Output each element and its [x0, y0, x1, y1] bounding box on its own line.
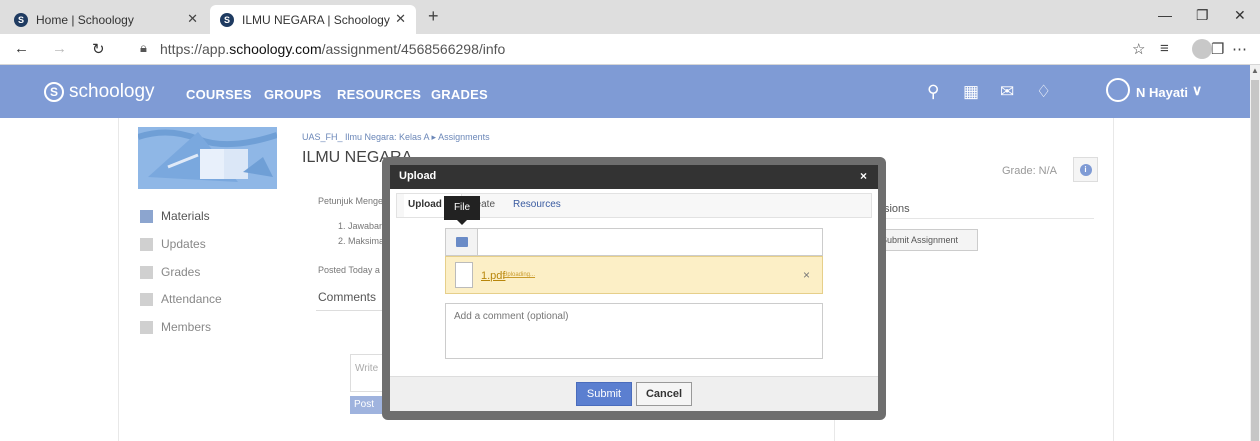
- profile-icon[interactable]: [1192, 39, 1212, 59]
- nav-grades[interactable]: GRADES: [431, 87, 488, 102]
- file-toolbar: [445, 228, 823, 256]
- user-name[interactable]: N Hayati: [1136, 85, 1188, 100]
- nav-resources[interactable]: RESOURCES: [337, 87, 421, 102]
- course-image: [138, 127, 277, 189]
- notifications-icon[interactable]: ♢: [1036, 82, 1051, 102]
- sidebar-item-attendance[interactable]: Attendance: [140, 292, 222, 306]
- attach-file-button[interactable]: [446, 229, 478, 255]
- comments-heading: Comments: [318, 290, 377, 304]
- address-bar: ← → ↻ 🔒︎ https://app.schoology.com/assig…: [0, 34, 1260, 65]
- instruction-line: 1. Jawaban: [338, 221, 385, 231]
- user-avatar[interactable]: [1106, 78, 1130, 102]
- attendance-icon: [140, 292, 153, 306]
- close-icon[interactable]: ✕: [1234, 7, 1246, 24]
- tab-home-schoology[interactable]: S Home | Schoology ✕: [4, 5, 208, 34]
- lock-icon: 🔒︎: [140, 40, 147, 55]
- materials-icon: [140, 209, 153, 223]
- close-icon[interactable]: ×: [860, 169, 867, 183]
- breadcrumb[interactable]: UAS_FH_ Ilmu Negara: Kelas A ▸ Assignmen…: [302, 132, 490, 143]
- sidebar-item-label: Attendance: [161, 292, 222, 306]
- file-icon: [455, 237, 468, 247]
- document-icon: [455, 262, 473, 288]
- nav-groups[interactable]: GROUPS: [264, 87, 322, 102]
- favorite-star-icon[interactable]: ☆: [1132, 40, 1145, 58]
- upload-dialog: Upload × Upload Create Resources File 1.…: [390, 165, 878, 411]
- chevron-down-icon[interactable]: ∨: [1192, 82, 1202, 99]
- schoology-header: S schoology COURSES GROUPS RESOURCES GRA…: [0, 65, 1250, 118]
- browser-tab-bar: S Home | Schoology ✕ S ILMU NEGARA | Sch…: [0, 0, 1260, 34]
- calendar-icon[interactable]: ▦: [963, 82, 979, 102]
- grade-text: Grade: N/A: [1002, 165, 1058, 177]
- tab-label: Home | Schoology: [36, 12, 134, 27]
- sidebar-item-grades[interactable]: Grades: [140, 265, 200, 279]
- grades-icon: [140, 265, 153, 279]
- file-tooltip: File: [444, 196, 480, 220]
- favorites-bar-icon[interactable]: ≡: [1160, 40, 1169, 57]
- posted-text: Posted Today a: [318, 265, 380, 275]
- upload-status: Uploading...: [503, 272, 536, 278]
- search-icon[interactable]: ⚲: [927, 82, 939, 102]
- uploading-file-row: 1.pdf Uploading... ×: [445, 256, 823, 294]
- dialog-title: Upload: [399, 170, 437, 182]
- instruction-line: 2. Maksima: [338, 236, 385, 246]
- messages-icon[interactable]: ✉: [1000, 82, 1014, 102]
- sidebar-item-members[interactable]: Members: [140, 320, 211, 334]
- updates-icon: [140, 237, 153, 251]
- logo-text: schoology: [69, 81, 155, 102]
- schoology-logo[interactable]: S schoology: [44, 81, 155, 103]
- new-tab-button[interactable]: +: [428, 6, 439, 27]
- minimize-icon[interactable]: —: [1158, 7, 1172, 23]
- file-name-link[interactable]: 1.pdf: [481, 270, 505, 282]
- collections-icon[interactable]: ❐: [1211, 40, 1224, 58]
- tab-ilmu-negara[interactable]: S ILMU NEGARA | Schoology ✕: [210, 5, 416, 34]
- sidebar-item-materials[interactable]: Materials: [140, 209, 210, 223]
- cancel-button[interactable]: Cancel: [636, 382, 692, 406]
- remove-file-icon[interactable]: ×: [803, 268, 810, 282]
- url-field[interactable]: https://app.schoology.com/assignment/456…: [160, 41, 505, 57]
- tab-close-icon[interactable]: ✕: [187, 11, 198, 27]
- url-host: schoology.com: [229, 41, 322, 57]
- sidebar-item-label: Members: [161, 320, 212, 334]
- sidebar-item-updates[interactable]: Updates: [140, 237, 206, 251]
- refresh-icon[interactable]: ↻: [92, 40, 105, 58]
- scroll-up-icon[interactable]: ▲: [1251, 66, 1259, 75]
- url-path: /assignment/4568566298/info: [321, 41, 506, 57]
- divider: [876, 218, 1094, 219]
- instructions-text: Petunjuk Menge: [318, 196, 384, 206]
- dialog-footer: Submit Cancel: [390, 376, 878, 411]
- more-icon[interactable]: ⋯: [1232, 40, 1247, 58]
- sidebar-item-label: Updates: [161, 237, 206, 251]
- submit-assignment-button[interactable]: Submit Assignment: [876, 229, 978, 251]
- info-icon: i: [1079, 163, 1092, 176]
- tab-upload[interactable]: Upload: [408, 199, 442, 210]
- comment-input[interactable]: [445, 303, 823, 359]
- forward-icon[interactable]: →: [52, 40, 67, 57]
- back-icon[interactable]: ←: [14, 40, 29, 57]
- tooltip-arrow: [457, 220, 467, 225]
- schoology-favicon-icon: S: [220, 12, 234, 27]
- divider: [316, 310, 386, 311]
- info-button[interactable]: i: [1073, 157, 1098, 182]
- sidebar-item-label: Materials: [161, 209, 210, 223]
- tab-close-icon[interactable]: ✕: [395, 11, 406, 27]
- url-prefix: https://app.: [160, 41, 230, 57]
- nav-courses[interactable]: COURSES: [186, 87, 252, 102]
- schoology-favicon-icon: S: [14, 12, 28, 27]
- maximize-icon[interactable]: ❐: [1196, 7, 1209, 24]
- schoology-logo-icon: S: [44, 82, 64, 102]
- tab-resources[interactable]: Resources: [513, 199, 561, 210]
- dialog-header: Upload ×: [390, 165, 878, 189]
- submit-button[interactable]: Submit: [576, 382, 632, 406]
- scrollbar-thumb[interactable]: [1251, 80, 1259, 441]
- members-icon: [140, 320, 153, 334]
- sidebar-item-label: Grades: [161, 265, 201, 279]
- tab-label: ILMU NEGARA | Schoology: [242, 12, 390, 27]
